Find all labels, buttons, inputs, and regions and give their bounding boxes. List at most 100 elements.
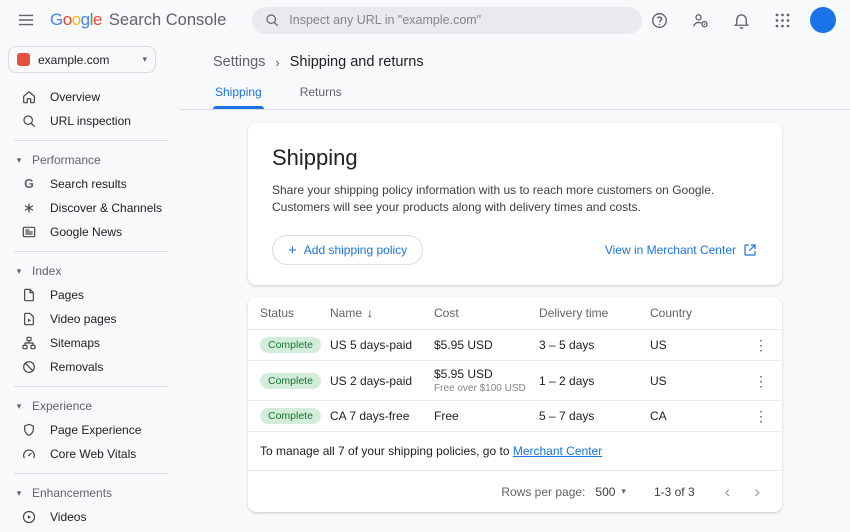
previous-page-button[interactable]: ‹ — [717, 481, 739, 502]
sidebar-item-label: Page Experience — [50, 423, 141, 437]
sidebar-section-enhancements[interactable]: ▾ Enhancements — [8, 481, 180, 505]
top-bar: G o o g l e Search Console — [0, 0, 850, 40]
column-header-delivery-time: Delivery time — [539, 306, 650, 320]
sidebar-item-label: URL inspection — [50, 114, 131, 128]
row-menu-button[interactable]: ⋮ — [750, 405, 772, 427]
sidebar-item-search-results[interactable]: G Search results — [8, 172, 180, 196]
page-range: 1-3 of 3 — [654, 485, 695, 499]
section-label: Performance — [32, 153, 101, 167]
column-header-name[interactable]: Name ↓ — [330, 306, 434, 320]
breadcrumb-current-page: Shipping and returns — [290, 54, 424, 70]
main-content: Settings › Shipping and returns Shipping… — [180, 40, 850, 532]
footnote-text: To manage all 7 of your shipping policie… — [260, 444, 513, 458]
shipping-actions: + Add shipping policy View in Merchant C… — [272, 235, 758, 265]
property-selector[interactable]: example.com ▾ — [8, 46, 156, 73]
policy-name: US 5 days-paid — [330, 338, 434, 352]
app-logo[interactable]: G o o g l e Search Console — [50, 10, 226, 30]
status-badge: Complete — [260, 408, 321, 424]
sidebar-item-page-experience[interactable]: Page Experience — [8, 418, 180, 442]
chevron-down-icon: ▾ — [621, 486, 626, 497]
sidebar-section-index[interactable]: ▾ Index — [8, 259, 180, 283]
sidebar-section-performance[interactable]: ▾ Performance — [8, 148, 180, 172]
account-avatar[interactable] — [810, 7, 836, 33]
caret-down-icon: ▾ — [14, 155, 24, 166]
bell-icon — [732, 11, 751, 30]
shipping-policies-table-card: Status Name ↓ Cost Delivery time Country… — [248, 297, 782, 512]
plus-icon: + — [288, 242, 297, 259]
caret-down-icon: ▾ — [14, 488, 24, 499]
sidebar-item-videos[interactable]: Videos — [8, 505, 180, 529]
view-in-merchant-center-link[interactable]: View in Merchant Center — [605, 242, 758, 258]
sidebar-item-overview[interactable]: Overview — [8, 85, 180, 109]
row-menu-button[interactable]: ⋮ — [750, 334, 772, 356]
sidebar-item-label: Core Web Vitals — [50, 447, 136, 461]
add-shipping-policy-button[interactable]: + Add shipping policy — [272, 235, 423, 265]
logo-letter: o — [72, 10, 81, 30]
url-inspect-searchbox[interactable] — [252, 7, 642, 34]
google-g-icon: G — [21, 177, 37, 191]
sidebar: example.com ▾ Overview URL inspection ▾ … — [0, 40, 180, 532]
policy-cost: Free — [434, 409, 539, 423]
next-page-button[interactable]: › — [746, 481, 768, 502]
table-row: Complete US 5 days-paid $5.95 USD 3 – 5 … — [248, 330, 782, 361]
gauge-icon — [21, 446, 37, 462]
shipping-info-card: Shipping Share your shipping policy info… — [248, 123, 782, 285]
logo-letter: e — [93, 10, 102, 30]
sidebar-nav: Overview URL inspection ▾ Performance G … — [8, 85, 180, 532]
policy-country: CA — [650, 409, 744, 423]
rows-per-page-select[interactable]: 500 ▾ — [593, 481, 628, 503]
document-icon — [21, 287, 37, 303]
add-shipping-policy-label: Add shipping policy — [304, 243, 407, 257]
logo-letter: G — [50, 10, 63, 30]
policy-delivery-time: 3 – 5 days — [539, 338, 650, 352]
caret-down-icon: ▾ — [14, 266, 24, 277]
divider — [14, 251, 168, 252]
sidebar-item-pages[interactable]: Pages — [8, 283, 180, 307]
table-row: Complete CA 7 days-free Free 5 – 7 days … — [248, 401, 782, 432]
help-icon — [650, 11, 669, 30]
sidebar-item-discover[interactable]: Discover & Channels — [8, 196, 180, 220]
product-name: Search Console — [109, 11, 226, 30]
tab-returns[interactable]: Returns — [298, 83, 344, 109]
breadcrumb-settings-link[interactable]: Settings — [213, 54, 265, 70]
sidebar-section-experience[interactable]: ▾ Experience — [8, 394, 180, 418]
video-document-icon — [21, 311, 37, 327]
pagination-bar: Rows per page: 500 ▾ 1-3 of 3 ‹ › — [248, 471, 782, 512]
table-header-row: Status Name ↓ Cost Delivery time Country — [248, 297, 782, 330]
google-apps-button[interactable] — [769, 7, 796, 34]
manage-users-button[interactable] — [687, 7, 714, 34]
apps-grid-icon — [773, 11, 792, 30]
merchant-center-link[interactable]: Merchant Center — [513, 444, 602, 458]
breadcrumb-separator-icon: › — [275, 55, 279, 70]
url-inspect-input[interactable] — [289, 13, 630, 27]
sitemap-icon — [21, 335, 37, 351]
sidebar-item-label: Overview — [50, 90, 100, 104]
sidebar-item-video-pages[interactable]: Video pages — [8, 307, 180, 331]
page-experience-icon — [21, 422, 37, 438]
notifications-button[interactable] — [728, 7, 755, 34]
column-header-name-label: Name — [330, 306, 362, 320]
page-body: example.com ▾ Overview URL inspection ▾ … — [0, 40, 850, 532]
discover-icon — [21, 200, 37, 216]
tab-bar: Shipping Returns — [180, 83, 850, 110]
policy-name: CA 7 days-free — [330, 409, 434, 423]
kebab-icon: ⋮ — [754, 373, 768, 389]
sidebar-item-sitemaps[interactable]: Sitemaps — [8, 331, 180, 355]
sidebar-item-label: Search results — [50, 177, 127, 191]
policy-cost-note: Free over $100 USD — [434, 383, 539, 394]
section-label: Index — [32, 264, 61, 278]
hamburger-menu-button[interactable] — [12, 6, 40, 34]
sort-descending-icon: ↓ — [367, 306, 373, 320]
sidebar-item-google-news[interactable]: Google News — [8, 220, 180, 244]
sidebar-item-url-inspection[interactable]: URL inspection — [8, 109, 180, 133]
tab-shipping[interactable]: Shipping — [213, 83, 264, 109]
help-button[interactable] — [646, 7, 673, 34]
kebab-icon: ⋮ — [754, 337, 768, 353]
news-icon — [21, 224, 37, 240]
policy-delivery-time: 5 – 7 days — [539, 409, 650, 423]
row-menu-button[interactable]: ⋮ — [750, 370, 772, 392]
sidebar-item-label: Google News — [50, 225, 122, 239]
sidebar-item-removals[interactable]: Removals — [8, 355, 180, 379]
sidebar-item-core-web-vitals[interactable]: Core Web Vitals — [8, 442, 180, 466]
column-header-status: Status — [260, 306, 330, 320]
